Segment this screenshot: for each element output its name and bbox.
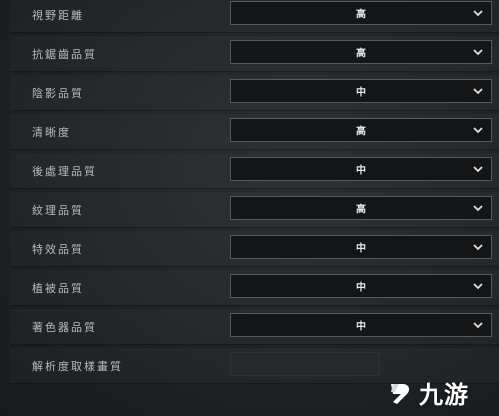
setting-label: 著色器品質 xyxy=(32,320,97,334)
dropdown-value: 中 xyxy=(356,321,366,333)
setting-row-sharpness: 清晰度 高 xyxy=(10,114,499,150)
shadow-quality-dropdown[interactable]: 中 xyxy=(230,79,492,103)
dropdown-value: 高 xyxy=(356,9,366,21)
graphics-settings-screen: 視野距離 高 抗鋸齒品質 高 陰影品質 中 清晰度 高 後處理品質 中 紋理品質… xyxy=(0,0,499,416)
sharpness-dropdown[interactable]: 高 xyxy=(230,118,492,142)
setting-label: 紋理品質 xyxy=(32,203,84,217)
setting-label: 視野距離 xyxy=(32,8,84,22)
chevron-down-icon xyxy=(473,127,483,134)
view-distance-dropdown[interactable]: 高 xyxy=(230,1,492,25)
setting-row-shadow-quality: 陰影品質 中 xyxy=(10,75,499,111)
dropdown-value: 高 xyxy=(356,48,366,60)
setting-label: 特效品質 xyxy=(32,242,84,256)
setting-label: 植被品質 xyxy=(32,281,84,295)
setting-label: 抗鋸齒品質 xyxy=(32,47,97,61)
setting-label: 陰影品質 xyxy=(32,86,84,100)
jiuyou-watermark: 九游 xyxy=(383,378,493,412)
setting-label: 解析度取樣畫質 xyxy=(32,359,123,373)
dropdown-value: 中 xyxy=(356,282,366,294)
dropdown-value: 高 xyxy=(356,126,366,138)
chevron-down-icon xyxy=(473,244,483,251)
chevron-down-icon xyxy=(473,322,483,329)
watermark-text: 九游 xyxy=(419,381,469,409)
shader-quality-dropdown[interactable]: 中 xyxy=(230,313,492,337)
setting-row-effects-quality: 特效品質 中 xyxy=(10,231,499,267)
resolution-sampling-dropdown[interactable] xyxy=(230,352,380,376)
dropdown-value: 中 xyxy=(356,165,366,177)
setting-row-anti-aliasing: 抗鋸齒品質 高 xyxy=(10,36,499,72)
dropdown-value: 中 xyxy=(356,243,366,255)
setting-row-post-processing: 後處理品質 中 xyxy=(10,153,499,189)
setting-label: 清晰度 xyxy=(32,125,71,139)
anti-aliasing-dropdown[interactable]: 高 xyxy=(230,40,492,64)
texture-quality-dropdown[interactable]: 高 xyxy=(230,196,492,220)
chevron-down-icon xyxy=(473,283,483,290)
chevron-down-icon xyxy=(473,88,483,95)
setting-row-shader-quality: 著色器品質 中 xyxy=(10,309,499,345)
dropdown-value: 中 xyxy=(356,87,366,99)
setting-row-texture-quality: 紋理品質 高 xyxy=(10,192,499,228)
chevron-down-icon xyxy=(473,10,483,17)
setting-label: 後處理品質 xyxy=(32,164,97,178)
jiuyou-logo-icon xyxy=(391,384,410,404)
chevron-down-icon xyxy=(473,205,483,212)
setting-row-view-distance: 視野距離 高 xyxy=(10,0,499,33)
setting-row-foliage-quality: 植被品質 中 xyxy=(10,270,499,306)
post-processing-dropdown[interactable]: 中 xyxy=(230,157,492,181)
foliage-quality-dropdown[interactable]: 中 xyxy=(230,274,492,298)
effects-quality-dropdown[interactable]: 中 xyxy=(230,235,492,259)
chevron-down-icon xyxy=(473,49,483,56)
chevron-down-icon xyxy=(473,166,483,173)
dropdown-value: 高 xyxy=(356,204,366,216)
